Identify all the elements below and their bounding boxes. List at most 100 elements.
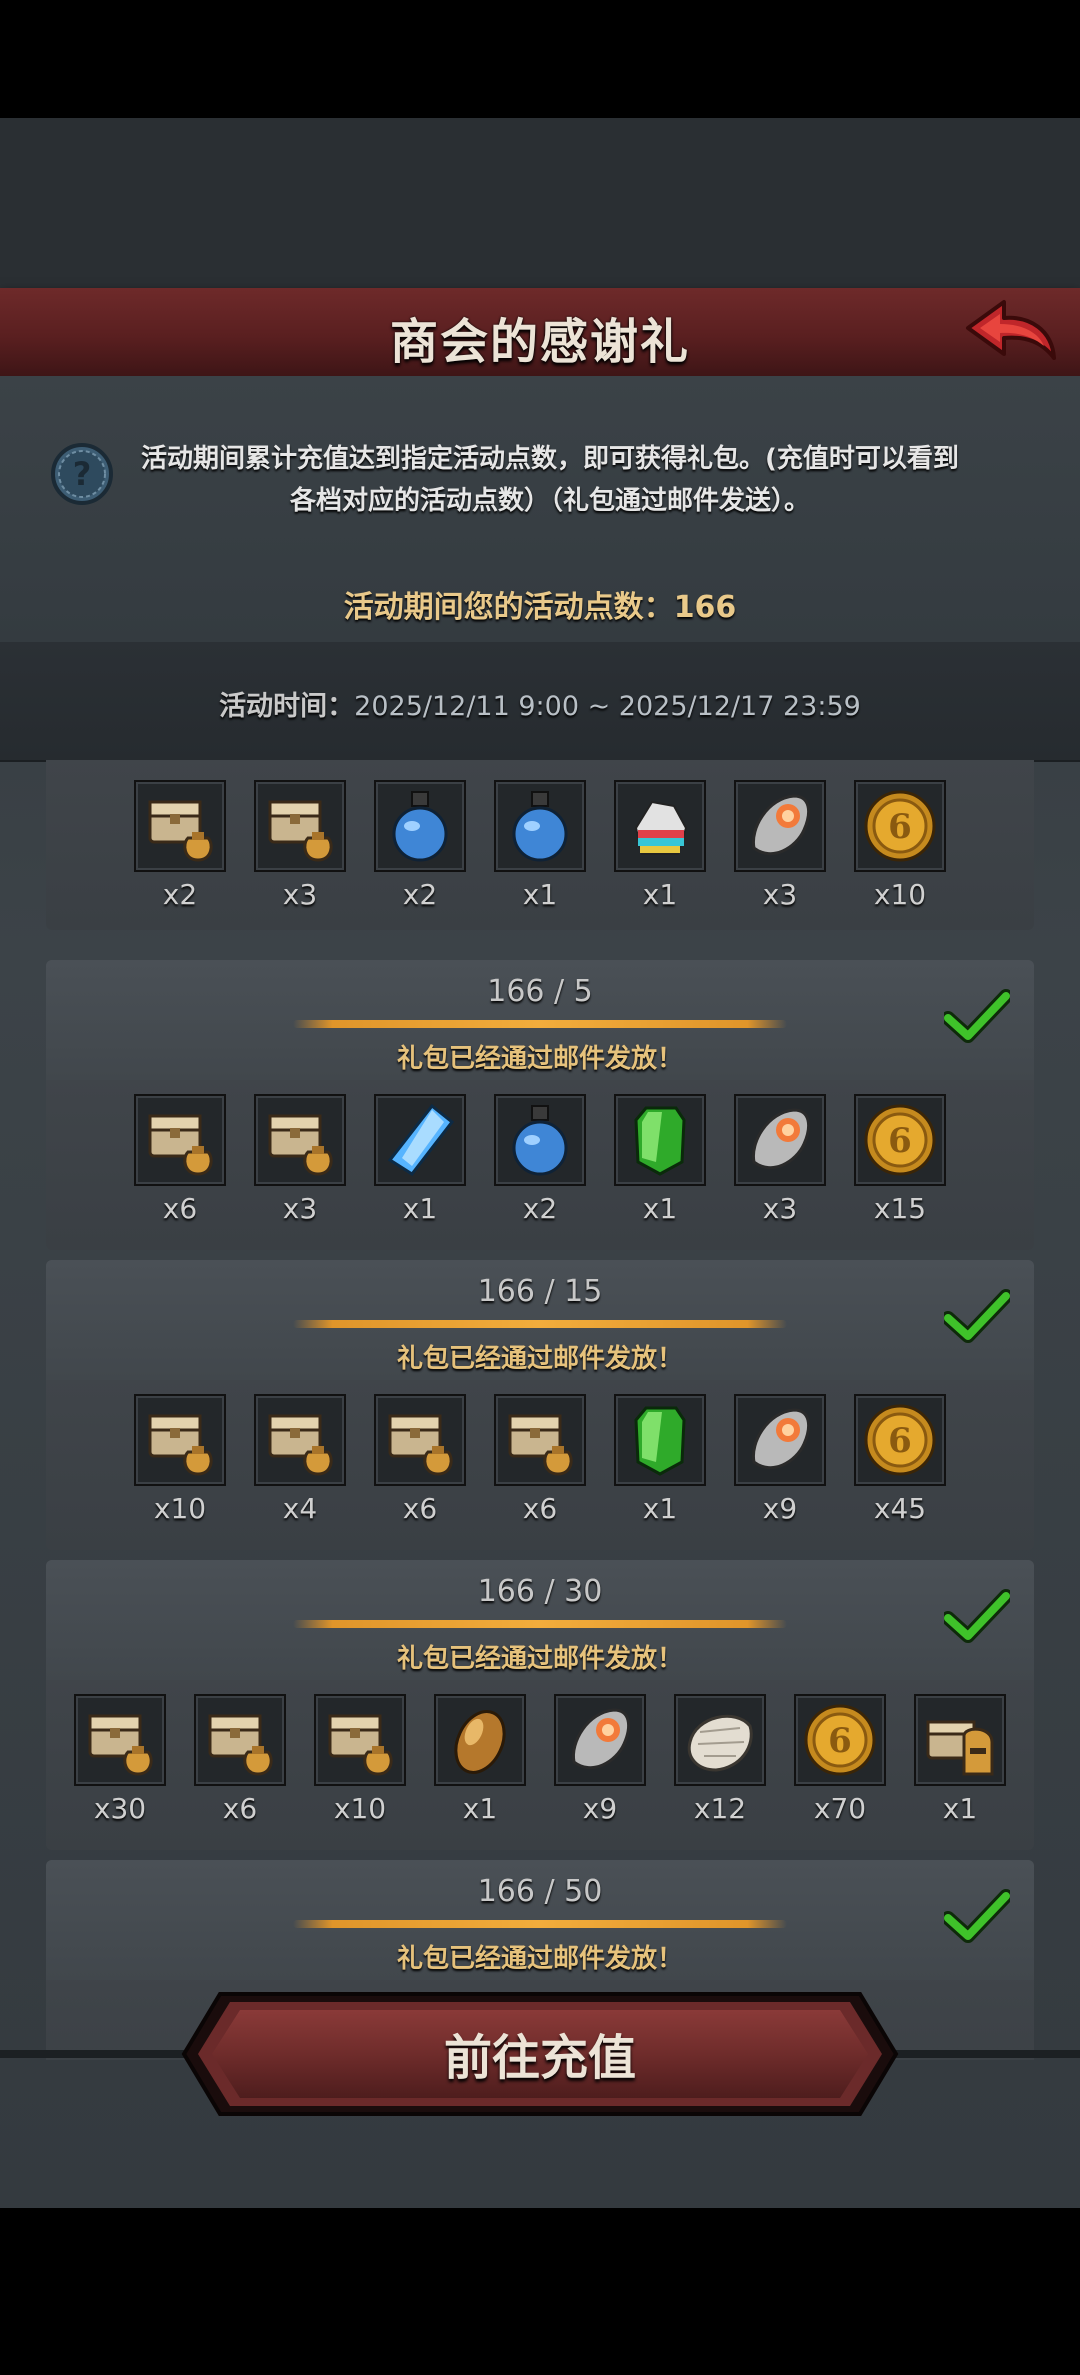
chest-icon xyxy=(254,1394,346,1486)
item-count: x1 xyxy=(402,1192,438,1225)
reward-item[interactable]: x3 xyxy=(734,1094,826,1244)
blue-crystal-icon xyxy=(374,1094,466,1186)
item-count: x2 xyxy=(402,878,438,911)
stone-icon xyxy=(734,780,826,872)
svg-text:?: ? xyxy=(73,455,92,493)
page-title: 商会的感谢礼 xyxy=(389,314,690,370)
item-count: x30 xyxy=(93,1792,147,1825)
reward-item[interactable]: x9 xyxy=(734,1394,826,1544)
item-count: x45 xyxy=(873,1492,927,1525)
chest-icon xyxy=(134,780,226,872)
item-count: x6 xyxy=(402,1492,438,1525)
points-value: 166 xyxy=(673,590,737,625)
help-icon[interactable]: ? xyxy=(50,442,114,506)
reward-tier-card: 166 / 5 礼包已经通过邮件发放！ x6 x3 x1 x2 x1 x3 6 x15 xyxy=(46,960,1034,1250)
recharge-button[interactable]: 前往充值 xyxy=(180,1988,900,2120)
reward-item[interactable]: 6 x10 xyxy=(854,780,946,930)
reward-item[interactable]: x10 xyxy=(314,1694,406,1844)
chest-icon xyxy=(134,1094,226,1186)
item-count: x6 xyxy=(522,1492,558,1525)
green-gem-icon xyxy=(614,1094,706,1186)
reward-tier-card: 礼包已经通过邮件发放！x2x3x2x1x1x36x10 xyxy=(46,760,1034,930)
reward-item[interactable]: x1 xyxy=(614,1394,706,1544)
reward-item[interactable]: x6 xyxy=(194,1694,286,1844)
points-label: 活动期间您的活动点数： xyxy=(343,590,674,625)
reward-item[interactable]: x3 xyxy=(254,780,346,930)
reward-item[interactable]: x9 xyxy=(554,1694,646,1844)
item-count: x9 xyxy=(762,1492,798,1525)
reward-item[interactable]: x1 xyxy=(374,1094,466,1244)
item-count: x15 xyxy=(873,1192,927,1225)
reward-item[interactable]: x3 xyxy=(734,780,826,930)
tier-header: 166 / 30 礼包已经通过邮件发放！ xyxy=(46,1560,1034,1680)
chest-icon xyxy=(134,1394,226,1486)
item-count: x2 xyxy=(522,1192,558,1225)
chest-icon xyxy=(254,780,346,872)
item-count: x1 xyxy=(642,1192,678,1225)
reward-items-row: x6 x3 x1 x2 x1 x3 6 x15 xyxy=(46,1094,1034,1244)
reward-item[interactable]: x2 xyxy=(494,1094,586,1244)
back-button[interactable] xyxy=(960,296,1060,368)
stone-icon xyxy=(734,1394,826,1486)
reward-item[interactable]: x1 xyxy=(914,1694,1006,1844)
reward-item[interactable]: 6 x45 xyxy=(854,1394,946,1544)
rainbow-crystal-icon xyxy=(614,780,706,872)
reward-tier-card: 166 / 30 礼包已经通过邮件发放！ x30 x6 x10 x1 x9 x12 6 x70 x1 xyxy=(46,1560,1034,1850)
reward-item[interactable]: x2 xyxy=(134,780,226,930)
tier-status: 礼包已经通过邮件发放！ xyxy=(396,1944,683,1974)
item-count: x3 xyxy=(762,1192,798,1225)
reward-item[interactable]: x12 xyxy=(674,1694,766,1844)
reward-item[interactable]: x4 xyxy=(254,1394,346,1544)
time-label: 活动时间： xyxy=(219,691,355,722)
reward-list[interactable]: 礼包已经通过邮件发放！ x2 x3 x2 x1 x1 x3 6 x10 166 / 5 礼包已经通过… xyxy=(0,760,1080,2060)
reward-item[interactable]: x6 xyxy=(494,1394,586,1544)
blue-potion-icon xyxy=(374,780,466,872)
reward-item[interactable]: x6 xyxy=(374,1394,466,1544)
recharge-button-label: 前往充值 xyxy=(443,2030,636,2086)
item-count: x4 xyxy=(282,1492,318,1525)
gold-coin-icon: 6 xyxy=(854,1094,946,1186)
item-count: x1 xyxy=(642,878,678,911)
reward-item[interactable]: x1 xyxy=(494,780,586,930)
info-panel: ? 活动期间累计充值达到指定活动点数，即可获得礼包。(充值时可以看到各档对应的活… xyxy=(0,376,1080,642)
progress-divider xyxy=(293,1620,787,1628)
reward-item[interactable]: x2 xyxy=(374,780,466,930)
claimed-check-icon xyxy=(941,1588,1013,1644)
reward-item[interactable]: x3 xyxy=(254,1094,346,1244)
reward-items-row: x2 x3 x2 x1 x1 x3 6 x10 xyxy=(46,780,1034,930)
activity-time: 活动时间：2025/12/11 9:00 ~ 2025/12/17 23:59 xyxy=(0,684,1080,723)
item-count: x1 xyxy=(462,1792,498,1825)
reward-item[interactable]: x1 xyxy=(614,1094,706,1244)
item-count: x9 xyxy=(582,1792,618,1825)
activity-points: 活动期间您的活动点数：166 xyxy=(0,582,1080,626)
progress-divider xyxy=(293,1920,787,1928)
tier-progress: 166 / 30 xyxy=(477,1574,603,1609)
reward-items-row: x30 x6 x10 x1 x9 x12 6 x70 x1 xyxy=(46,1694,1034,1844)
tier-progress: 166 / 50 xyxy=(477,1874,603,1909)
reward-items-row: x10 x4 x6 x6 x1 x9 6 x45 xyxy=(46,1394,1034,1544)
gold-coin-icon: 6 xyxy=(854,1394,946,1486)
reward-item[interactable]: x1 xyxy=(434,1694,526,1844)
green-gem-icon xyxy=(614,1394,706,1486)
gold-coin-icon: 6 xyxy=(854,780,946,872)
back-arrow-icon xyxy=(966,300,1056,360)
reward-item[interactable]: x1 xyxy=(614,780,706,930)
top-strip xyxy=(0,118,1080,288)
item-count: x6 xyxy=(222,1792,258,1825)
reward-item[interactable]: x6 xyxy=(134,1094,226,1244)
item-count: x2 xyxy=(162,878,198,911)
svg-text:6: 6 xyxy=(888,807,912,847)
claimed-check-icon xyxy=(941,1288,1013,1344)
reward-item[interactable]: 6 x70 xyxy=(794,1694,886,1844)
tier-progress: 166 / 15 xyxy=(477,1274,603,1309)
chest-icon xyxy=(254,1094,346,1186)
reward-item[interactable]: 6 x15 xyxy=(854,1094,946,1244)
stone-icon xyxy=(554,1694,646,1786)
bronze-egg-icon xyxy=(434,1694,526,1786)
reward-item[interactable]: x10 xyxy=(134,1394,226,1544)
gold-coin-icon: 6 xyxy=(794,1694,886,1786)
reward-tier-card: 166 / 15 礼包已经通过邮件发放！ x10 x4 x6 x6 x1 x9 6 x45 xyxy=(46,1260,1034,1550)
chest-icon xyxy=(74,1694,166,1786)
time-value: 2025/12/11 9:00 ~ 2025/12/17 23:59 xyxy=(354,691,861,722)
reward-item[interactable]: x30 xyxy=(74,1694,166,1844)
